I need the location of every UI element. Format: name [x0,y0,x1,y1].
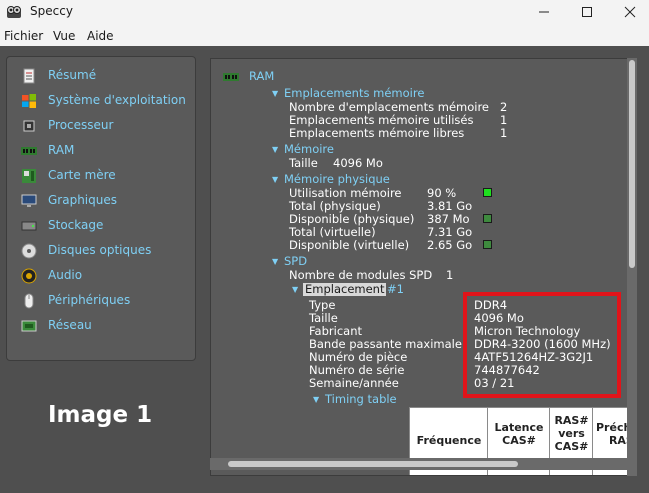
slot-number: #1 [387,282,404,296]
expand-triangle-icon[interactable]: ▼ [272,257,278,266]
maximize-button[interactable] [564,0,610,24]
horizontal-scrollbar-thumb[interactable] [228,461,518,467]
slot-selected-label[interactable]: Emplacement [303,283,387,296]
expand-triangle-icon[interactable]: ▼ [272,89,278,98]
physical-label: Disponible (virtuelle) [289,238,410,252]
summary-icon [23,68,35,84]
mouse-icon [24,293,34,309]
sidebar-item-label: Périphériques [48,293,131,307]
column-header-ras-sub: vers [558,427,585,440]
minimize-button[interactable] [521,0,567,24]
maximize-icon [582,7,592,17]
spd-modules-label: Nombre de modules SPD [289,268,433,282]
column-header-latency-sub: CAS# [502,434,536,447]
physical-memory-header[interactable]: Mémoire physique [284,173,390,186]
ram-icon [223,73,239,81]
timing-table-header[interactable]: Timing table [325,393,397,406]
column-header-frequency: Fréquence [416,434,482,447]
sidebar-item-label: Stockage [48,218,104,232]
sidebar-item-ram[interactable]: RAM [21,141,193,161]
memory-header[interactable]: Mémoire [284,143,334,156]
minimize-icon [539,11,549,13]
physical-value: 2.65 Go [427,238,473,252]
sidebar-item-label: Résumé [48,68,97,82]
vertical-scrollbar-thumb[interactable] [629,60,635,268]
window-title: Speccy [30,4,73,18]
usage-indicator-icon [483,214,492,223]
sidebar-item-label: Graphiques [48,193,117,207]
sidebar-item-os[interactable]: Système d'exploitation [21,91,193,111]
close-button[interactable] [607,0,649,24]
sidebar-item-peripherals[interactable]: Périphériques [21,291,193,311]
usage-indicator-icon [483,240,492,249]
image-annotation-label: Image 1 [48,402,153,428]
section-title: RAM [249,69,275,83]
storage-icon [21,221,37,231]
sidebar-item-storage[interactable]: Stockage [21,216,193,236]
usage-indicator-icon [483,188,492,197]
sidebar-item-cpu[interactable]: Processeur [21,116,193,136]
spd-modules-value: 1 [446,268,454,282]
expand-triangle-icon[interactable]: ▼ [272,145,278,154]
title-bar: Speccy [0,0,649,24]
ram-icon [21,147,37,155]
slots-header[interactable]: Emplacements mémoire [284,87,424,100]
sidebar-item-label: Système d'exploitation [48,93,186,107]
disc-icon [21,243,37,259]
expand-triangle-icon[interactable]: ▼ [313,395,319,404]
sidebar-item-label: Carte mère [48,168,116,182]
memory-size-value: 4096 Mo [333,156,383,170]
sidebar-item-graphics[interactable]: Graphiques [21,191,193,211]
sidebar-item-label: Audio [48,268,83,282]
network-icon [21,320,37,332]
sidebar: Résumé Système d'exploitation Processeur… [6,56,196,361]
column-header-precharge-sub: RAS# [608,434,627,447]
main-area: Résumé Système d'exploitation Processeur… [0,46,649,493]
speccy-app-icon [7,6,21,18]
close-icon [624,6,636,18]
menu-vue[interactable]: Vue [53,29,75,43]
sidebar-item-label: Disques optiques [48,243,152,257]
sidebar-item-motherboard[interactable]: Carte mère [21,166,193,186]
sidebar-item-network[interactable]: Réseau [21,316,193,336]
column-header-latency: Latence [494,421,544,434]
sidebar-item-summary[interactable]: Résumé [21,66,193,86]
sidebar-item-audio[interactable]: Audio [21,266,193,286]
menu-aide[interactable]: Aide [87,29,114,43]
memory-size-label: Taille [289,156,318,170]
column-header-ras: RAS# [554,414,589,427]
sidebar-item-optical[interactable]: Disques optiques [21,241,193,261]
menu-bar: Fichier Vue Aide [0,24,649,46]
menu-fichier[interactable]: Fichier [4,29,43,43]
slots-value: 1 [500,126,508,140]
motherboard-icon [22,169,36,183]
expand-triangle-icon[interactable]: ▼ [292,285,298,294]
column-header-precharge: Précharge [596,421,627,434]
sidebar-item-label: Réseau [48,318,92,332]
monitor-icon [21,194,37,207]
cpu-icon [23,120,35,132]
spd-label: Semaine/année [309,376,399,390]
highlight-box [463,292,621,398]
spd-header[interactable]: SPD [284,255,307,268]
sidebar-item-label: RAM [48,143,75,157]
slots-label: Emplacements mémoire libres [289,126,465,140]
horizontal-scrollbar[interactable] [210,458,628,470]
windows-icon [22,94,36,108]
speaker-icon [21,268,37,284]
sidebar-item-label: Processeur [48,118,114,132]
column-header-ras-sub2: CAS# [554,440,589,453]
vertical-scrollbar[interactable] [627,58,637,476]
content-panel: RAM ▼ Emplacements mémoire Nombre d'empl… [210,58,628,476]
expand-triangle-icon[interactable]: ▼ [272,175,278,184]
